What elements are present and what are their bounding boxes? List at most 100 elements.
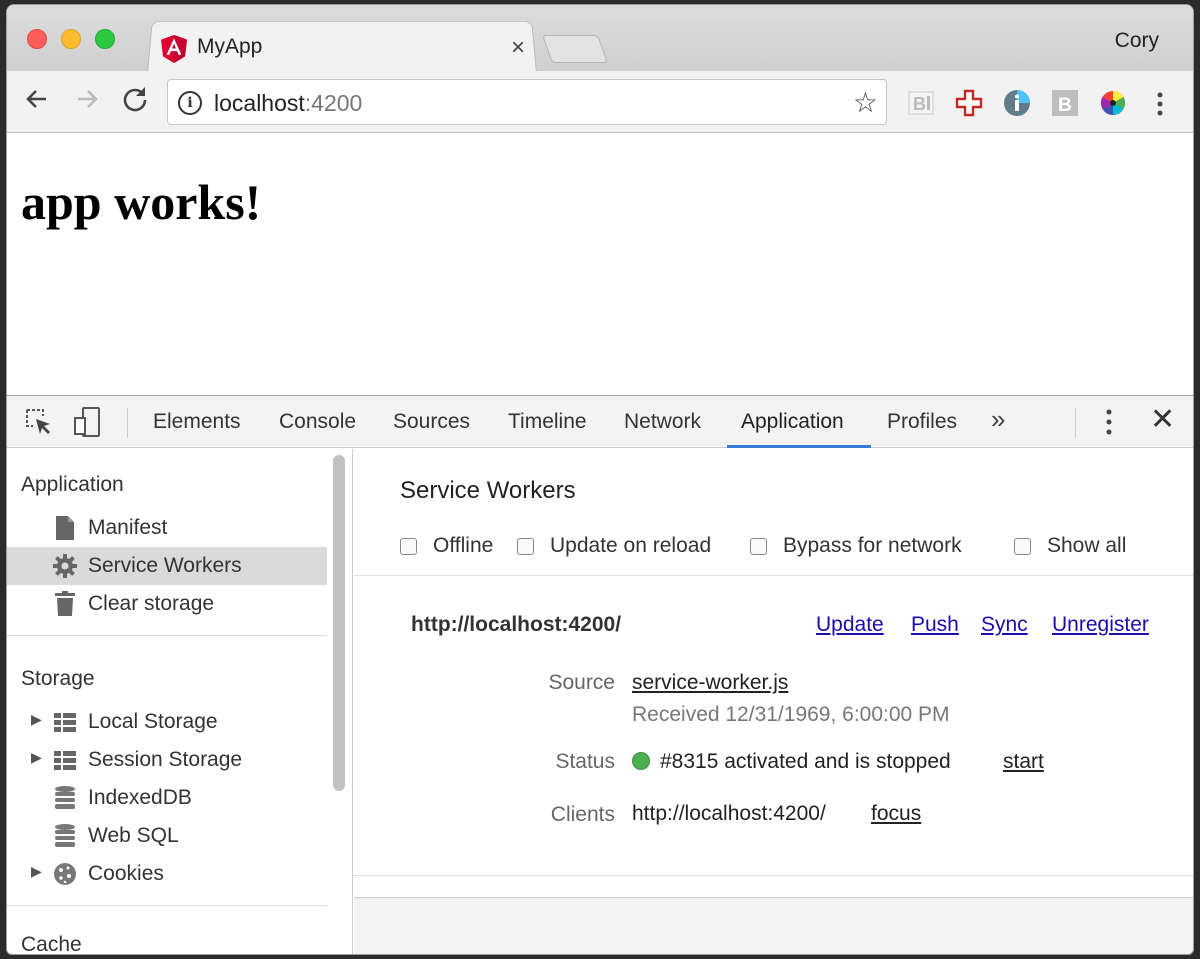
status-text: #8315 activated and is stopped <box>660 750 951 773</box>
worker-origin: http://localhost:4200/ <box>411 613 622 636</box>
gear-icon <box>53 554 77 578</box>
section-storage: Storage <box>21 667 95 690</box>
arrow-left-icon <box>26 90 46 108</box>
bypass-for-network-checkbox[interactable]: Bypass for network <box>750 533 962 559</box>
browser-menu-icon[interactable] <box>1155 91 1165 117</box>
sidebar-item-clear-storage[interactable]: Clear storage <box>7 585 327 623</box>
tab-profiles[interactable]: Profiles <box>887 410 957 434</box>
sidebar-item-local-storage[interactable]: ▶ Local Storage <box>7 703 327 741</box>
browser-window: MyApp × Cory i localhost:4200 ☆ B B app … <box>6 4 1194 955</box>
push-link[interactable]: Push <box>911 613 959 637</box>
minimize-window-button[interactable] <box>61 29 81 49</box>
sidebar-divider <box>7 635 327 636</box>
info-icon[interactable]: i <box>178 91 202 115</box>
application-sidebar: Application Manifest Service Workers Cle… <box>7 449 353 955</box>
checkbox-box[interactable] <box>1014 537 1031 555</box>
tab-network[interactable]: Network <box>624 410 701 434</box>
angular-icon <box>161 35 187 63</box>
update-link[interactable]: Update <box>816 613 884 637</box>
extension-info-circle-icon[interactable] <box>1003 89 1031 117</box>
tab-sources[interactable]: Sources <box>393 410 470 434</box>
more-tabs-icon[interactable]: » <box>991 404 1005 435</box>
page-viewport: app works! <box>7 133 1193 395</box>
table-grid-icon <box>54 713 76 732</box>
sidebar-item-service-workers[interactable]: Service Workers <box>7 547 327 585</box>
extension-color-wheel-icon[interactable] <box>1099 89 1127 117</box>
extension-b-gray-icon[interactable]: B <box>1051 89 1079 117</box>
browser-toolbar: i localhost:4200 ☆ B B <box>7 71 1193 133</box>
database-icon <box>55 824 75 847</box>
bookmark-star-icon[interactable]: ☆ <box>853 86 878 119</box>
active-tab-indicator <box>727 445 871 448</box>
sidebar-item-web-sql[interactable]: Web SQL <box>7 817 327 855</box>
sidebar-item-session-storage[interactable]: ▶ Session Storage <box>7 741 327 779</box>
page-heading: app works! <box>21 174 262 230</box>
device-toolbar-icon[interactable] <box>73 406 105 438</box>
trash-icon <box>55 591 75 616</box>
sidebar-item-cookies[interactable]: ▶ Cookies <box>7 855 327 893</box>
start-link[interactable]: start <box>1003 750 1044 774</box>
expand-arrow-icon[interactable]: ▶ <box>31 711 42 728</box>
tab-close-icon[interactable]: × <box>511 34 525 62</box>
status-dot-icon <box>632 752 650 770</box>
forward-button[interactable] <box>69 81 105 117</box>
expand-arrow-icon[interactable]: ▶ <box>31 749 42 766</box>
section-application: Application <box>21 473 124 496</box>
section-cache: Cache <box>21 933 82 955</box>
received-timestamp: Received 12/31/1969, 6:00:00 PM <box>632 703 950 726</box>
address-bar[interactable]: i localhost:4200 ☆ <box>167 79 887 125</box>
svg-text:B: B <box>1058 95 1072 116</box>
sidebar-scrollbar[interactable] <box>333 455 345 791</box>
cookie-icon <box>54 863 76 885</box>
tab-console[interactable]: Console <box>279 410 356 434</box>
sidebar-item-indexeddb[interactable]: IndexedDB <box>7 779 327 817</box>
sidebar-divider <box>7 905 327 906</box>
tab-timeline[interactable]: Timeline <box>508 410 587 434</box>
checkbox-box[interactable] <box>750 537 767 555</box>
checkbox-box[interactable] <box>517 537 534 555</box>
profile-name[interactable]: Cory <box>1115 29 1159 53</box>
devtools-separator <box>1075 408 1076 438</box>
tab-elements[interactable]: Elements <box>153 410 241 434</box>
database-icon <box>55 786 75 809</box>
pane-divider <box>354 575 1193 576</box>
tab-application[interactable]: Application <box>741 410 844 434</box>
show-all-checkbox[interactable]: Show all <box>1014 533 1126 559</box>
sync-link[interactable]: Sync <box>981 613 1028 637</box>
devtools-panel: Elements Console Sources Timeline Networ… <box>7 395 1193 955</box>
reload-button[interactable] <box>117 81 153 117</box>
clients-value: http://localhost:4200/ <box>632 802 826 825</box>
back-button[interactable] <box>19 81 55 117</box>
service-workers-pane: Service Workers Offline Update on reload… <box>354 449 1193 954</box>
devtools-close-icon[interactable]: ✕ <box>1150 402 1175 437</box>
devtools-menu-icon[interactable] <box>1099 406 1119 438</box>
source-label: Source <box>548 671 615 694</box>
url-text[interactable]: localhost:4200 <box>214 90 362 117</box>
extension-b-outline-icon[interactable]: B <box>907 89 935 117</box>
checkbox-box[interactable] <box>400 537 417 555</box>
update-on-reload-checkbox[interactable]: Update on reload <box>517 533 711 559</box>
tab-title: MyApp <box>197 35 263 58</box>
offline-checkbox[interactable]: Offline <box>400 533 493 559</box>
status-label: Status <box>555 750 615 773</box>
status-value: #8315 activated and is stopped <box>632 750 951 774</box>
new-tab-button[interactable] <box>541 35 609 63</box>
pane-title: Service Workers <box>400 477 576 504</box>
expand-arrow-icon[interactable]: ▶ <box>31 863 42 880</box>
extension-red-cross-icon[interactable] <box>955 89 983 117</box>
unregister-link[interactable]: Unregister <box>1052 613 1149 637</box>
focus-link[interactable]: focus <box>871 802 921 826</box>
document-icon <box>56 516 74 540</box>
source-file-link[interactable]: service-worker.js <box>632 671 788 695</box>
sidebar-item-manifest[interactable]: Manifest <box>7 509 327 547</box>
inspect-element-icon[interactable] <box>23 406 55 438</box>
close-window-button[interactable] <box>27 29 47 49</box>
zoom-window-button[interactable] <box>95 29 115 49</box>
browser-tab-content[interactable]: MyApp × <box>157 25 537 71</box>
arrow-right-icon <box>78 90 98 108</box>
pane-divider <box>354 875 1193 876</box>
devtools-separator <box>127 408 128 438</box>
pane-footer <box>354 897 1193 954</box>
table-grid-icon <box>54 751 76 770</box>
title-bar: MyApp × Cory <box>7 5 1193 73</box>
